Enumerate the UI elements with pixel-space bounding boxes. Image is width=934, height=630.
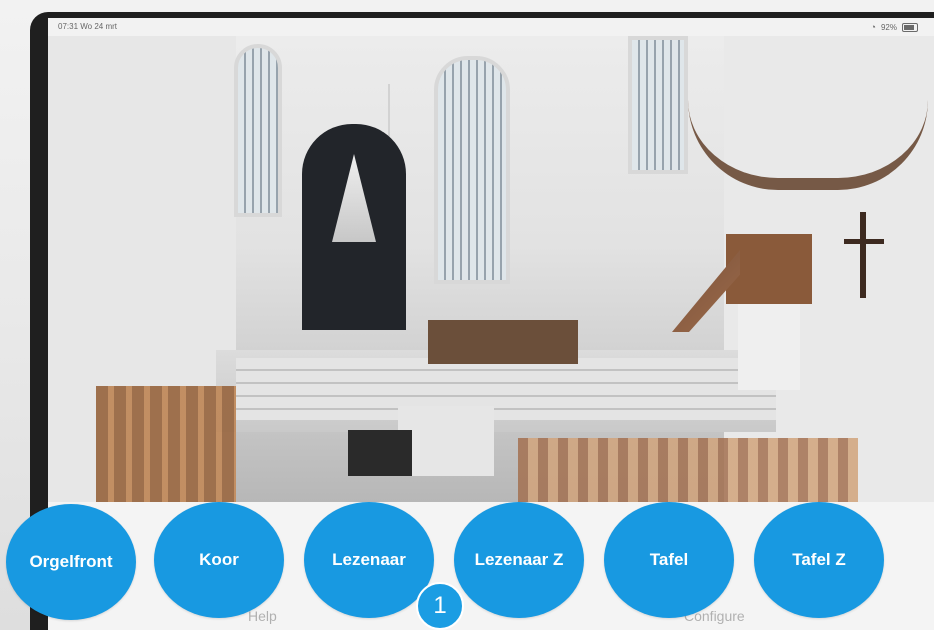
baptismal-font bbox=[398, 406, 494, 476]
preset-koor-button[interactable]: Koor bbox=[154, 502, 284, 618]
cross-horizontal bbox=[844, 239, 884, 244]
preset-orgelfront-button[interactable]: Orgelfront bbox=[6, 504, 136, 620]
church-window-left bbox=[234, 44, 282, 217]
battery-icon bbox=[902, 22, 918, 32]
church-window-right bbox=[628, 36, 688, 174]
battery-percentage: 92% bbox=[880, 22, 897, 32]
status-time-date: 07:31 Wo 24 mrt bbox=[58, 22, 117, 31]
preset-lezenaar-z-button[interactable]: Lezenaar Z bbox=[454, 502, 584, 618]
pulpit-base bbox=[738, 304, 800, 390]
preset-tafel-button[interactable]: Tafel bbox=[604, 502, 734, 618]
preset-tafel-z-button[interactable]: Tafel Z bbox=[754, 502, 884, 618]
small-table bbox=[348, 430, 412, 476]
help-label[interactable]: Help bbox=[248, 608, 277, 624]
chancel-steps bbox=[236, 358, 776, 420]
chandelier-right bbox=[688, 58, 928, 190]
chairs-front bbox=[518, 438, 858, 502]
wifi-icon: ◔ bbox=[870, 22, 876, 32]
chairs-left bbox=[96, 386, 236, 502]
preset-lezenaar-button[interactable]: Lezenaar bbox=[304, 502, 434, 618]
cross-vertical bbox=[860, 212, 866, 298]
page-indicator-badge[interactable]: 1 bbox=[416, 582, 464, 630]
status-bar: 07:31 Wo 24 mrt ◔ 92% bbox=[48, 18, 934, 36]
status-right: ◔ 92% bbox=[871, 22, 918, 32]
communion-table bbox=[428, 320, 578, 364]
camera-preview bbox=[48, 36, 934, 502]
